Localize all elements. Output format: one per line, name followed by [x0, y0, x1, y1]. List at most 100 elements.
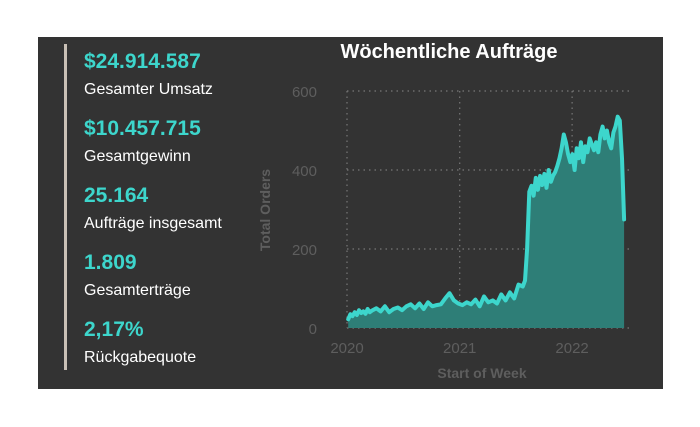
data-point	[622, 217, 626, 221]
data-point	[536, 188, 540, 192]
data-point	[529, 184, 534, 188]
data-point	[583, 144, 587, 148]
data-point	[562, 132, 566, 137]
data-point	[521, 284, 525, 289]
data-point	[573, 168, 577, 172]
data-point	[532, 194, 536, 198]
data-point	[549, 180, 553, 184]
data-point	[547, 168, 551, 172]
data-point	[525, 247, 529, 251]
data-point	[544, 186, 549, 190]
data-point	[379, 309, 383, 313]
data-point	[478, 304, 482, 308]
data-point	[616, 115, 620, 119]
data-point	[504, 298, 508, 302]
data-point	[594, 140, 598, 144]
data-point	[551, 174, 555, 178]
data-point	[605, 128, 609, 133]
weekly-orders-chart: 0 200 400 600 2020 2021 2022 Total Orders Star…	[257, 84, 630, 381]
data-point	[486, 300, 490, 304]
data-point	[350, 314, 355, 318]
data-point	[409, 302, 413, 306]
data-point	[400, 308, 404, 312]
data-point	[613, 125, 618, 129]
data-point	[422, 307, 426, 311]
data-point	[383, 304, 387, 308]
data-point	[570, 152, 575, 156]
y-tick-label: 0	[309, 321, 317, 338]
x-tick-label: 2021	[443, 340, 476, 357]
data-point	[527, 190, 531, 194]
data-point	[542, 172, 547, 176]
data-point	[618, 119, 622, 123]
data-point	[495, 301, 499, 306]
data-point	[603, 136, 607, 140]
data-point	[370, 309, 374, 313]
data-point	[516, 283, 521, 287]
data-point	[396, 305, 400, 310]
area-layer	[346, 114, 627, 328]
data-point	[443, 296, 447, 300]
data-point	[555, 164, 559, 168]
data-point	[353, 310, 357, 314]
data-point	[469, 302, 473, 306]
data-point	[452, 298, 456, 302]
data-point	[564, 140, 568, 144]
data-point	[447, 291, 452, 295]
data-point	[575, 146, 579, 150]
data-point	[361, 309, 365, 313]
data-point	[473, 298, 477, 302]
data-point	[540, 183, 544, 187]
data-point	[620, 156, 624, 160]
data-point	[579, 140, 583, 144]
data-point	[585, 150, 590, 154]
data-point	[553, 170, 557, 174]
data-point	[557, 156, 562, 160]
data-point	[534, 176, 538, 180]
x-tick-label: 2020	[330, 340, 363, 357]
data-point	[366, 307, 370, 311]
data-point	[417, 301, 421, 306]
y-tick-label: 600	[292, 84, 317, 101]
data-point	[512, 296, 516, 300]
data-point	[523, 279, 527, 283]
x-axis-title: Start of Week	[437, 365, 526, 381]
data-point	[413, 306, 417, 310]
data-point	[508, 290, 512, 294]
data-point	[588, 136, 592, 140]
data-point	[460, 303, 465, 307]
data-point	[592, 148, 596, 152]
data-point	[596, 150, 600, 154]
data-point	[577, 156, 581, 160]
data-point	[482, 294, 486, 298]
data-point	[357, 308, 361, 312]
data-point	[346, 317, 350, 321]
data-point	[439, 302, 443, 306]
y-axis-title: Total Orders	[257, 169, 273, 251]
data-point	[430, 304, 434, 308]
data-point	[568, 160, 572, 164]
data-point	[601, 125, 605, 129]
y-tick-label: 200	[292, 242, 317, 259]
data-point	[609, 146, 613, 150]
y-tick-label: 400	[292, 163, 317, 180]
data-point	[598, 132, 603, 137]
data-point	[560, 146, 564, 150]
data-point	[491, 298, 495, 302]
x-tick-label: 2022	[555, 340, 588, 357]
data-point	[404, 304, 408, 308]
data-point	[374, 306, 378, 310]
data-point	[426, 300, 430, 304]
data-point	[387, 310, 391, 314]
data-point	[607, 140, 611, 144]
data-point	[391, 307, 396, 311]
data-point	[456, 301, 460, 306]
data-point	[590, 142, 594, 146]
data-point	[435, 303, 439, 307]
data-point	[581, 160, 585, 164]
data-point	[465, 300, 469, 304]
data-point	[566, 152, 570, 156]
data-point	[363, 312, 368, 316]
data-point	[611, 130, 616, 135]
data-point	[499, 292, 503, 296]
